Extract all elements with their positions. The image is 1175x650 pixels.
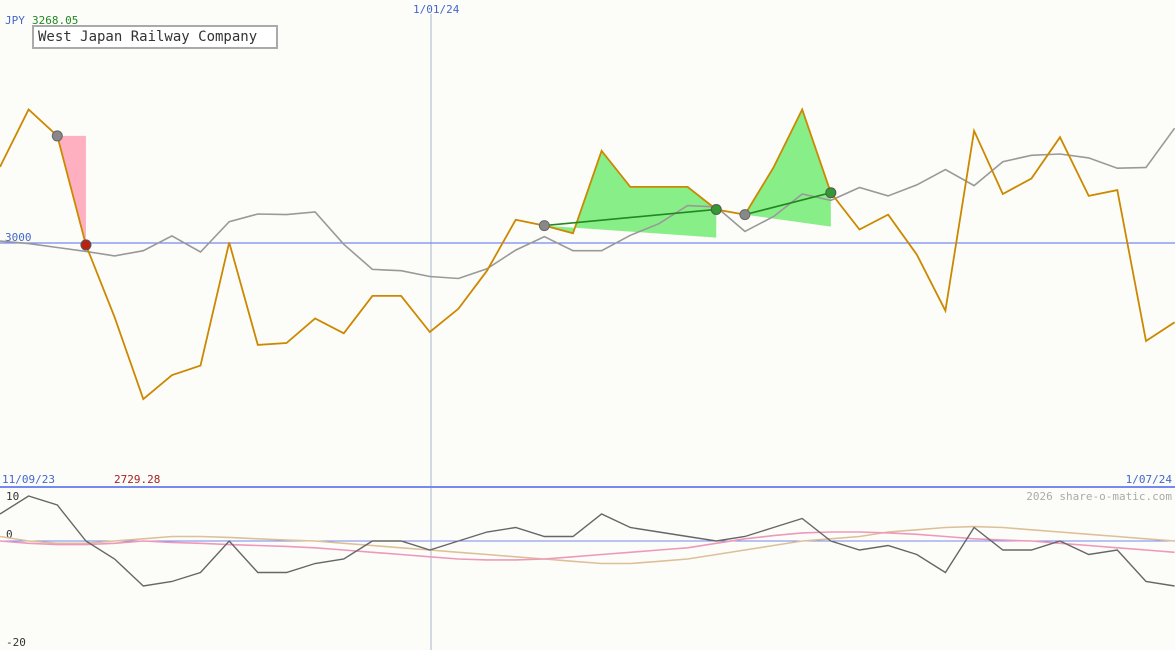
- start-date-label: 11/09/23: [2, 473, 55, 486]
- osc-bottom-label: -20: [6, 636, 26, 649]
- company-name: West Japan Railway Company: [38, 29, 257, 45]
- trade-exit-marker-2: [825, 187, 837, 199]
- osc-top-label: 10: [6, 490, 19, 503]
- main-series-group: [0, 107, 1175, 401]
- trade-fills: [57, 109, 831, 245]
- mid-date-label: 1/01/24: [413, 3, 460, 16]
- trade-entry-marker-0: [51, 130, 63, 142]
- currency-label: JPY: [5, 14, 25, 27]
- low-value-label: 2729.28: [114, 473, 160, 486]
- chart-stage: West Japan Railway Company JPY 3268.05 1…: [0, 0, 1175, 650]
- trade-exit-marker-0: [80, 239, 92, 251]
- trade-fill-1: [544, 150, 717, 238]
- trade-entry-marker-2: [739, 209, 751, 221]
- trade-fill-2: [744, 109, 831, 227]
- watermark: 2026 share-o-matic.com: [1026, 490, 1172, 503]
- trade-exit-marker-1: [710, 203, 722, 215]
- chart-canvas: West Japan Railway Company JPY 3268.05 1…: [0, 3, 1175, 650]
- trade-markers: [51, 130, 837, 251]
- trade-entry-marker-1: [538, 220, 550, 232]
- oscillator-tan-line: [0, 525, 1175, 565]
- high-value-label: 3268.05: [32, 14, 78, 27]
- end-date-label: 1/07/24: [1126, 473, 1173, 486]
- price-line: [0, 107, 1175, 401]
